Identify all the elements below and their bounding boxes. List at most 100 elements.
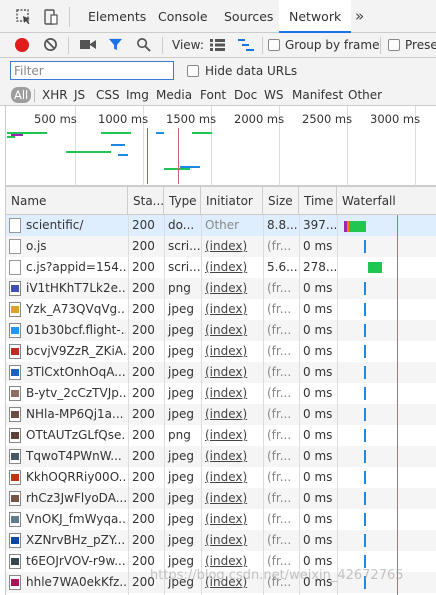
table-row[interactable]: KkhOQRRiy00O... 200 jpeg (index) (fr... 0 ms [6, 467, 436, 488]
request-time: 0 ms [303, 281, 333, 295]
image-icon [9, 302, 21, 317]
filter-icon[interactable] [108, 37, 123, 52]
waterfall-bar [364, 450, 366, 463]
load-event-line [178, 128, 179, 184]
waterfall-bar [364, 324, 366, 337]
record-icon[interactable] [15, 38, 29, 52]
table-row[interactable]: VnOKJ_fmWyqa... 200 jpeg (index) (fr... 0 ms [6, 509, 436, 530]
tab-sources[interactable]: Sources [224, 0, 273, 33]
request-initiator[interactable]: (index) [201, 362, 263, 383]
tab-network[interactable]: Network [279, 0, 352, 33]
request-initiator[interactable]: (index) [201, 530, 263, 551]
type-filter-font[interactable]: Font [200, 88, 226, 102]
table-row[interactable]: scientific/200 do... Other 8.8... 397... [6, 215, 436, 236]
table-row[interactable]: TqwoT4PWnW... 200 jpeg (index) (fr... 0 ms [6, 446, 436, 467]
column-header-initiator[interactable]: Initiator [201, 187, 263, 215]
request-initiator[interactable]: (index) [201, 425, 263, 446]
table-row[interactable]: 3TlCxtOnhOqA... 200 jpeg (index) (fr... 0 ms [6, 362, 436, 383]
type-filter-xhr[interactable]: XHR [42, 88, 68, 102]
table-row[interactable]: 01b30bcf.flight-... 200 jpeg (index) (fr... 0… [6, 320, 436, 341]
overview-bar [111, 144, 125, 146]
request-status: 200 [132, 365, 155, 379]
request-name: scientific/ [26, 218, 84, 232]
search-icon[interactable] [136, 37, 151, 52]
table-row[interactable]: rhCz3JwFlyoDA... 200 jpeg (index) (fr... 0 ms [6, 488, 436, 509]
request-initiator: Other [205, 218, 240, 232]
video-camera-icon[interactable] [80, 38, 96, 51]
more-tabs-icon[interactable]: » [355, 7, 364, 25]
toolbar-divider [262, 37, 263, 54]
request-initiator[interactable]: (index) [201, 488, 263, 509]
type-filter-img[interactable]: Img [126, 88, 149, 102]
waterfall-bar [364, 471, 366, 484]
image-icon [9, 281, 21, 296]
table-row[interactable]: OTtAUTzGLfQse... 200 png (index) (fr... 0 ms [6, 425, 436, 446]
table-row[interactable]: NHla-MP6Qj1a... 200 jpeg (index) (fr... 0 ms [6, 404, 436, 425]
request-initiator[interactable]: (index) [201, 404, 263, 425]
column-header-time[interactable]: Time [299, 187, 337, 215]
table-row[interactable]: c.js?appid=154... 200 scri... (index) 5.6...… [6, 257, 436, 278]
request-initiator[interactable]: (index) [201, 509, 263, 530]
table-row[interactable]: Yzk_A73QVqVg... 200 jpeg (index) (fr... 0 ms [6, 299, 436, 320]
image-icon [9, 407, 21, 422]
column-header-waterfall[interactable]: Waterfall [337, 187, 436, 215]
type-filter-js[interactable]: JS [74, 88, 85, 102]
clear-icon[interactable] [43, 37, 58, 52]
request-initiator[interactable]: (index) [201, 278, 263, 299]
requests-table: Name Sta... Type Initiator Size Time Wat… [5, 186, 436, 595]
table-row[interactable]: bcvjV9ZzR_ZKiA... 200 jpeg (index) (fr... 0 m… [6, 341, 436, 362]
type-filter-media[interactable]: Media [156, 88, 192, 102]
type-filter-ws[interactable]: WS [264, 88, 283, 102]
waterfall-overview-icon[interactable] [238, 39, 254, 51]
request-size: (fr... [267, 281, 292, 295]
waterfall-bar [364, 513, 366, 526]
request-time: 0 ms [303, 323, 333, 337]
document-icon [9, 260, 21, 275]
request-initiator[interactable]: (index) [201, 320, 263, 341]
request-initiator[interactable]: (index) [201, 341, 263, 362]
preserve-log-checkbox[interactable] [388, 39, 400, 51]
type-filter-other[interactable]: Other [348, 88, 382, 102]
request-initiator[interactable]: (index) [201, 383, 263, 404]
request-initiator[interactable]: (index) [201, 236, 263, 257]
request-status: 200 [132, 323, 155, 337]
request-initiator[interactable]: (index) [201, 467, 263, 488]
request-initiator[interactable]: (index) [201, 299, 263, 320]
column-header-status[interactable]: Sta... [128, 187, 164, 215]
tab-elements[interactable]: Elements [88, 0, 146, 33]
image-icon [9, 344, 21, 359]
type-filter-all[interactable]: All [11, 87, 32, 103]
table-row[interactable]: XZNrvBHz_pZY... 200 jpeg (index) (fr... 0 ms [6, 530, 436, 551]
request-size: (fr... [267, 407, 292, 421]
filter-input[interactable] [10, 61, 174, 80]
request-time: 0 ms [303, 302, 333, 316]
device-toolbar-icon[interactable] [42, 9, 58, 25]
request-time: 0 ms [303, 428, 333, 442]
table-row[interactable]: o.js 200 scri... (index) (fr... 0 ms [6, 236, 436, 257]
request-initiator[interactable]: (index) [201, 257, 263, 278]
inspect-element-icon[interactable] [16, 9, 32, 25]
request-status: 200 [132, 386, 155, 400]
request-type: jpeg [168, 533, 194, 547]
request-type: jpeg [168, 386, 194, 400]
tab-console[interactable]: Console [158, 0, 208, 33]
table-row[interactable]: iV1tHKhT7Lk2e... 200 png (index) (fr... 0 ms [6, 278, 436, 299]
hide-data-urls-checkbox[interactable] [187, 65, 199, 77]
request-status: 200 [132, 218, 155, 232]
column-header-size[interactable]: Size [263, 187, 299, 215]
type-filter-css[interactable]: CSS [96, 88, 120, 102]
overview-tick: 1500 ms [166, 112, 217, 126]
table-row[interactable]: B-ytv_2cCzTVJp... 200 jpeg (index) (fr... 0 m… [6, 383, 436, 404]
overview-timeline[interactable]: 500 ms 1000 ms 1500 ms 2000 ms 2500 ms 3… [5, 106, 436, 186]
request-time: 0 ms [303, 449, 333, 463]
request-size: (fr... [267, 533, 292, 547]
group-by-frame-checkbox[interactable] [268, 39, 280, 51]
large-rows-icon[interactable] [210, 39, 225, 51]
column-header-type[interactable]: Type [164, 187, 201, 215]
request-type: do... [168, 218, 195, 232]
type-filter-manifest[interactable]: Manifest [292, 88, 343, 102]
request-initiator[interactable]: (index) [201, 446, 263, 467]
request-status: 200 [132, 470, 155, 484]
column-header-name[interactable]: Name [6, 187, 128, 215]
type-filter-doc[interactable]: Doc [234, 88, 257, 102]
